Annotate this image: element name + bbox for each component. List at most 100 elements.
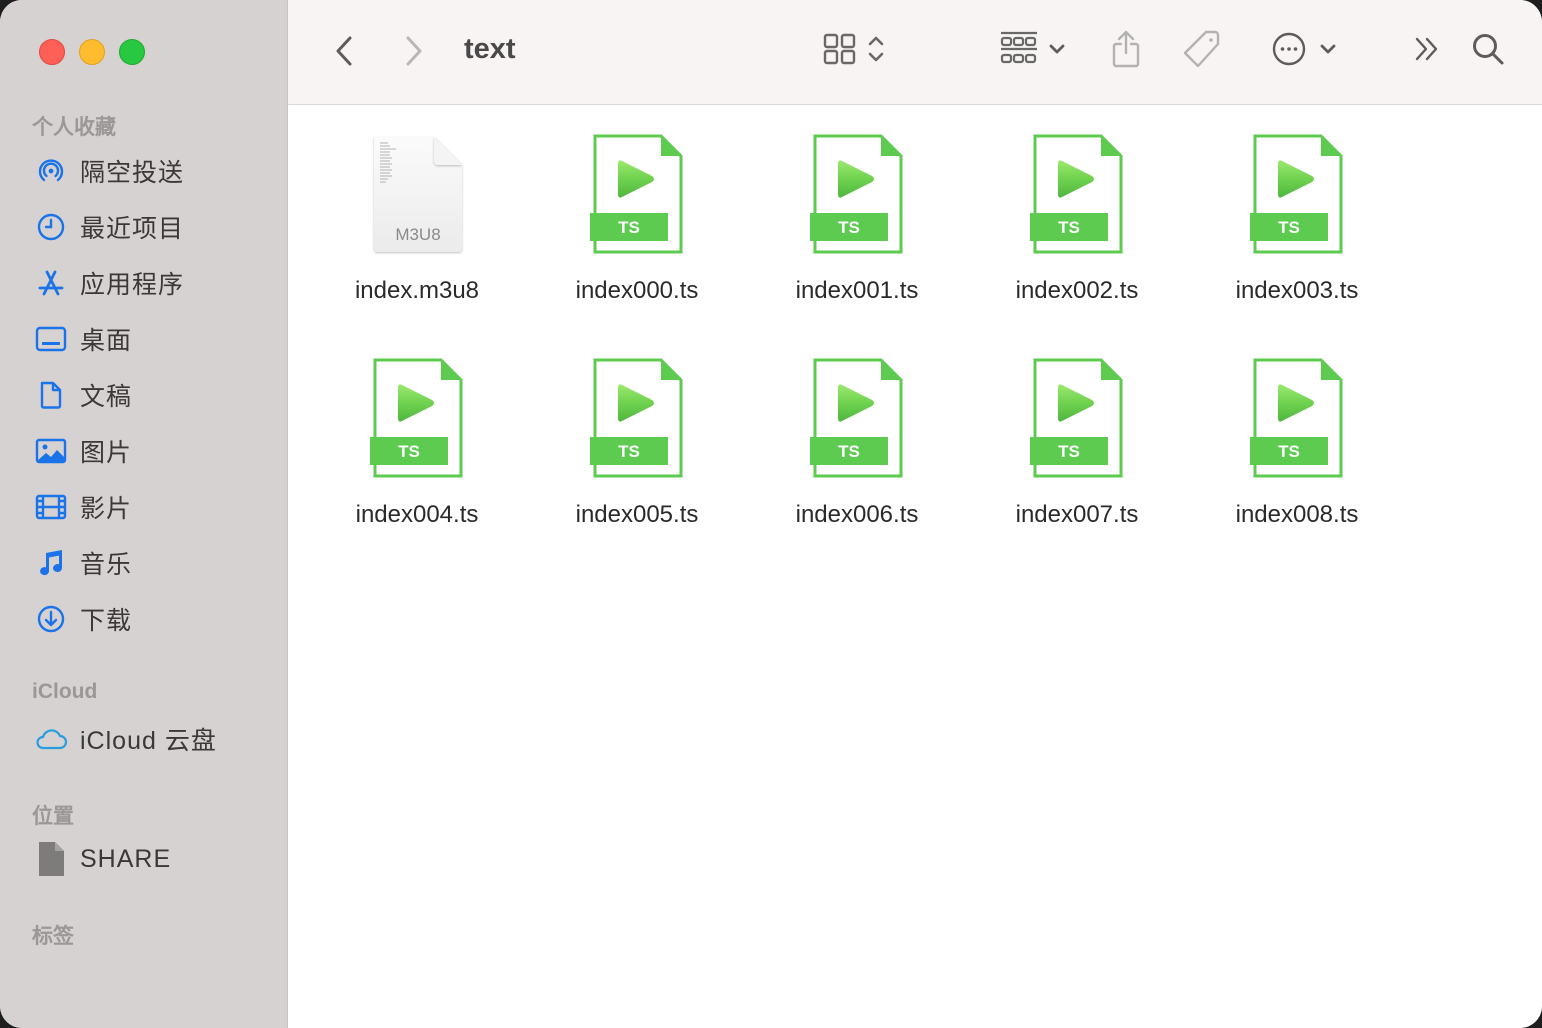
file-name: index.m3u8: [354, 277, 480, 304]
tag-icon: [1182, 29, 1222, 74]
file-type-badge: TS: [618, 218, 640, 237]
document-icon: [34, 378, 68, 412]
section-title-locations: 位置: [32, 805, 74, 828]
sidebar-item-label: 音乐: [80, 551, 133, 579]
file-name: index006.ts: [795, 501, 919, 528]
share-icon: [1110, 29, 1142, 74]
file-name: index008.ts: [1235, 501, 1359, 528]
sidebar-item-label: 桌面: [80, 327, 133, 355]
download-icon: [34, 602, 68, 636]
sidebar-item-documents[interactable]: 文稿: [34, 375, 132, 415]
music-note-icon: [34, 546, 68, 580]
chevron-down-icon: [1319, 42, 1337, 60]
minimize-button[interactable]: [79, 39, 105, 65]
file-item[interactable]: TS index004.ts: [317, 357, 517, 557]
sidebar-item-movies[interactable]: 影片: [34, 487, 132, 527]
sidebar-item-label: SHARE: [80, 844, 172, 873]
section-title-favorites: 个人收藏: [32, 116, 116, 139]
ts-video-file-icon: TS: [1242, 133, 1352, 263]
sidebar-item-recents[interactable]: 最近项目: [34, 207, 184, 247]
ts-video-file-icon: TS: [802, 133, 912, 263]
file-name: index007.ts: [1015, 501, 1139, 528]
tag-button[interactable]: [1180, 28, 1224, 74]
sidebar: 个人收藏 隔空投送 最近项目 应用程序 桌面 文稿 图片 影片 音乐 下载 iC…: [0, 0, 288, 1028]
sidebar-item-label: 影片: [80, 495, 133, 523]
file-type-badge: TS: [398, 442, 420, 461]
ts-video-file-icon: TS: [802, 357, 912, 487]
ts-video-file-icon: TS: [1022, 133, 1132, 263]
file-grid: M3U8 index.m3u8 TS index000.ts TS index0…: [288, 105, 1542, 1028]
file-type-badge: TS: [838, 442, 860, 461]
ts-video-file-icon: TS: [582, 133, 692, 263]
applications-icon: [34, 266, 68, 300]
file-item[interactable]: TS index006.ts: [757, 357, 957, 557]
file-type-badge: TS: [1278, 218, 1300, 237]
ts-video-file-icon: TS: [582, 357, 692, 487]
file-type-badge: M3U8: [395, 225, 440, 244]
up-down-chevron-icon: [867, 34, 885, 69]
sidebar-item-label: 隔空投送: [80, 159, 185, 187]
file-item[interactable]: TS index002.ts: [977, 133, 1177, 333]
sidebar-item-label: 下载: [80, 607, 133, 635]
file-type-badge: TS: [1058, 218, 1080, 237]
sidebar-item-pictures[interactable]: 图片: [34, 431, 132, 471]
file-name: index000.ts: [575, 277, 699, 304]
section-title-icloud: iCloud: [32, 680, 98, 703]
airdrop-icon: [34, 154, 68, 188]
forward-button[interactable]: [396, 28, 432, 74]
view-mode-button[interactable]: [818, 28, 890, 74]
file-icon: [34, 842, 68, 876]
m3u8-playlist-file-icon: M3U8: [362, 133, 472, 263]
film-icon: [34, 490, 68, 524]
window-title: text: [464, 33, 516, 65]
sidebar-item-downloads[interactable]: 下载: [34, 599, 132, 639]
sidebar-item-airdrop[interactable]: 隔空投送: [34, 151, 184, 191]
file-item[interactable]: TS index003.ts: [1197, 133, 1397, 333]
sidebar-item-applications[interactable]: 应用程序: [34, 263, 184, 303]
file-item[interactable]: M3U8 index.m3u8: [317, 133, 517, 333]
more-toolbar-button[interactable]: [1410, 28, 1446, 74]
search-button[interactable]: [1468, 28, 1508, 74]
file-item[interactable]: TS index008.ts: [1197, 357, 1397, 557]
file-name: index004.ts: [355, 501, 479, 528]
sidebar-item-label: 最近项目: [80, 215, 185, 243]
back-button[interactable]: [326, 28, 362, 74]
icon-grid-icon: [823, 33, 857, 70]
ts-video-file-icon: TS: [1022, 357, 1132, 487]
file-item[interactable]: TS index001.ts: [757, 133, 957, 333]
desktop-icon: [34, 322, 68, 356]
file-name: index001.ts: [795, 277, 919, 304]
toolbar: text: [288, 0, 1542, 105]
sidebar-item-icloud-drive[interactable]: iCloud 云盘: [34, 719, 217, 759]
zoom-button[interactable]: [119, 39, 145, 65]
share-button[interactable]: [1106, 28, 1146, 74]
finder-window: 个人收藏 隔空投送 最近项目 应用程序 桌面 文稿 图片 影片 音乐 下载 iC…: [0, 0, 1542, 1028]
file-item[interactable]: TS index007.ts: [977, 357, 1177, 557]
sidebar-item-label: 图片: [80, 439, 133, 467]
file-type-badge: TS: [838, 218, 860, 237]
ellipsis-circle-icon: [1271, 31, 1307, 72]
double-chevron-right-icon: [1414, 36, 1442, 67]
file-type-badge: TS: [618, 442, 640, 461]
chevron-down-icon: [1048, 42, 1066, 60]
group-button[interactable]: [996, 28, 1070, 74]
action-button[interactable]: [1264, 28, 1344, 74]
file-item[interactable]: TS index000.ts: [537, 133, 737, 333]
file-name: index002.ts: [1015, 277, 1139, 304]
group-by-icon: [1000, 31, 1038, 72]
window-controls: [39, 39, 145, 65]
ts-video-file-icon: TS: [1242, 357, 1352, 487]
close-button[interactable]: [39, 39, 65, 65]
sidebar-item-share[interactable]: SHARE: [34, 839, 171, 879]
sidebar-item-label: 文稿: [80, 383, 133, 411]
sidebar-item-music[interactable]: 音乐: [34, 543, 132, 583]
ts-video-file-icon: TS: [362, 357, 472, 487]
file-type-badge: TS: [1278, 442, 1300, 461]
sidebar-item-desktop[interactable]: 桌面: [34, 319, 132, 359]
cloud-icon: [34, 722, 68, 756]
sidebar-item-label: iCloud 云盘: [80, 727, 217, 755]
file-item[interactable]: TS index005.ts: [537, 357, 737, 557]
search-icon: [1471, 32, 1505, 71]
file-name: index003.ts: [1235, 277, 1359, 304]
photo-icon: [34, 434, 68, 468]
